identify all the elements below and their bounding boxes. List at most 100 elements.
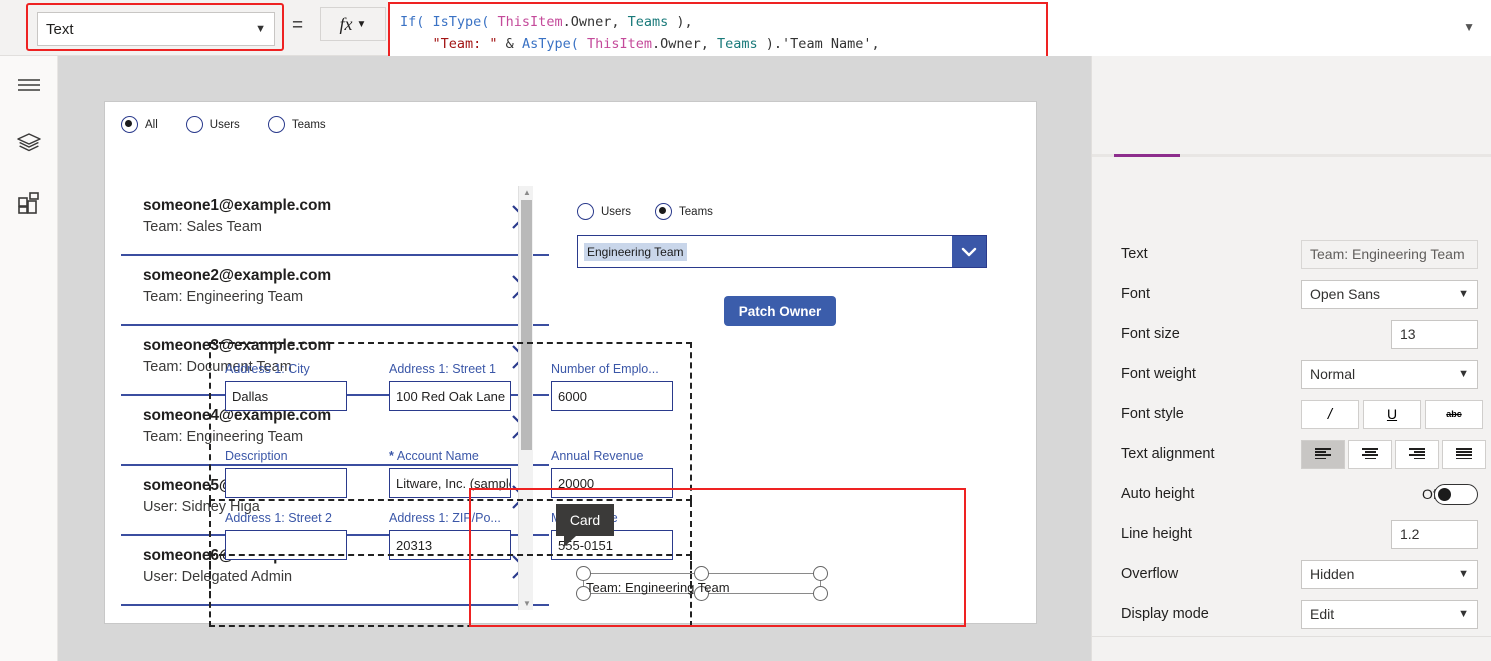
property-value-text: Team: Engineering Team	[1310, 246, 1465, 262]
owner-radio-teams[interactable]: Teams	[655, 203, 713, 220]
style-button-label: U	[1386, 406, 1398, 422]
property-auto-height-toggle[interactable]	[1434, 484, 1478, 505]
form-field[interactable]: Address 1: City Dallas	[225, 362, 347, 411]
properties-tabbar	[1092, 154, 1491, 157]
form-field-label: Description	[225, 449, 288, 463]
hamburger-menu-icon[interactable]	[14, 70, 44, 100]
formula-token: IsType(	[432, 14, 498, 30]
form-field[interactable]: Description	[225, 449, 347, 498]
formula-token: .Owner,	[652, 36, 718, 52]
filter-radio-teams[interactable]: Teams	[267, 116, 326, 133]
gallery-item[interactable]: someone2@example.com Team: Engineering Te…	[121, 256, 549, 326]
text-align-icon	[1315, 448, 1331, 460]
property-display-mode-value[interactable]: Edit ▼	[1301, 599, 1478, 629]
property-label: Display mode	[1121, 606, 1209, 622]
radio-button-icon	[577, 203, 594, 220]
resize-handle-ne[interactable]	[813, 566, 828, 581]
edit-form-container[interactable]: Address 1: City Dallas Address 1: Street 1…	[209, 342, 692, 501]
resize-handle-nw[interactable]	[576, 566, 591, 581]
formula-token: .Owner,	[562, 14, 628, 30]
property-label: Text alignment	[1121, 446, 1215, 462]
form-field-label: Address 1: City	[225, 362, 310, 376]
form-field-input[interactable]: Dallas	[225, 381, 347, 411]
property-row: Text alignment	[1092, 434, 1491, 474]
property-row: Text Team: Engineering Team	[1092, 234, 1491, 274]
gallery-item-subtitle: Team: Engineering Team	[143, 289, 304, 305]
form-field-grid: Address 1: City Dallas Address 1: Street 1…	[211, 344, 690, 499]
radio-button-icon	[121, 116, 138, 133]
required-marker: *	[389, 449, 394, 463]
owner-combobox[interactable]: Engineering Team	[577, 235, 987, 268]
toggle-knob	[1438, 488, 1451, 501]
strikethrough-button[interactable]: abc	[1425, 399, 1483, 429]
italic-button[interactable]: /	[1301, 399, 1359, 429]
chevron-down-icon: ▼	[1458, 288, 1469, 300]
resize-handle-se[interactable]	[813, 586, 828, 601]
form-field-label: Address 1: Street 1	[389, 362, 497, 376]
property-row: Font weight Normal ▼	[1092, 354, 1491, 394]
form-field-label: Annual Revenue	[551, 449, 644, 463]
property-line-height-input[interactable]: 1.2	[1391, 519, 1478, 549]
property-label: Font	[1121, 286, 1151, 302]
formula-line: "Team: " & AsType( ThisItem.Owner, Teams…	[400, 33, 888, 55]
radio-label: All	[145, 118, 158, 131]
property-value-text: Hidden	[1310, 566, 1355, 582]
align-center-button[interactable]	[1348, 439, 1392, 469]
property-font-size-input[interactable]: 13	[1391, 319, 1478, 349]
chevron-down-icon: ▼	[1458, 608, 1469, 620]
formula-token: "Team: "	[400, 36, 498, 52]
formula-token: AsType(	[521, 36, 587, 52]
filter-radio-users[interactable]: Users	[185, 116, 240, 133]
owner-radio-users[interactable]: Users	[577, 203, 631, 220]
property-row: Overflow Hidden ▼	[1092, 554, 1491, 594]
fx-button[interactable]: fx ▼	[320, 7, 386, 41]
resize-handle-n[interactable]	[694, 566, 709, 581]
align-left-button[interactable]	[1301, 439, 1345, 469]
align-right-button[interactable]	[1395, 439, 1439, 469]
chevron-down-icon: ▼	[1458, 568, 1469, 580]
property-font-weight-value[interactable]: Normal ▼	[1301, 359, 1478, 389]
property-label: Font weight	[1121, 366, 1196, 382]
formula-expand-chevron-icon[interactable]: ▼	[1463, 20, 1475, 34]
property-row: Font style / Uabc	[1092, 394, 1491, 434]
text-align-icon	[1362, 448, 1378, 460]
combobox-dropdown-icon[interactable]	[952, 236, 986, 267]
property-label: Auto height	[1121, 486, 1195, 502]
formula-token: ThisItem	[586, 36, 652, 52]
formula-token: Teams	[627, 14, 669, 30]
form-field[interactable]: Address 1: Street 2	[225, 511, 347, 560]
layers-icon[interactable]	[14, 128, 44, 158]
formula-token: &	[497, 36, 522, 52]
property-selector[interactable]: Text ▼	[37, 12, 275, 46]
formula-token: ),	[668, 14, 693, 30]
form-field-input[interactable]: 6000	[551, 381, 673, 411]
scroll-up-arrow-icon[interactable]: ▲	[523, 188, 531, 197]
gallery-item-title: someone1@example.com	[143, 197, 331, 214]
underline-button[interactable]: U	[1363, 399, 1421, 429]
card-tooltip: Card	[556, 504, 614, 547]
radio-label: Teams	[679, 205, 713, 218]
form-field-input[interactable]	[225, 468, 347, 498]
form-field[interactable]: Number of Emplo... 6000	[551, 362, 673, 411]
filter-radio-group: All Users Teams	[121, 116, 326, 133]
form-field-label: Number of Emplo...	[551, 362, 659, 376]
property-selector-highlight: Text ▼	[26, 3, 284, 51]
property-label: Overflow	[1121, 566, 1179, 582]
align-justify-button[interactable]	[1442, 439, 1486, 469]
form-field-label: Address 1: Street 2	[225, 511, 333, 525]
form-field[interactable]: Address 1: Street 1 100 Red Oak Lane	[389, 362, 511, 411]
style-button-label: /	[1327, 405, 1333, 423]
property-label: Text	[1121, 246, 1148, 262]
properties-active-tab-indicator	[1114, 154, 1180, 157]
patch-owner-button[interactable]: Patch Owner	[724, 296, 836, 326]
filter-radio-all[interactable]: All	[121, 116, 158, 133]
property-font-value[interactable]: Open Sans ▼	[1301, 279, 1478, 309]
property-row: Font size 13	[1092, 314, 1491, 354]
property-overflow-value[interactable]: Hidden ▼	[1301, 559, 1478, 589]
gallery-item[interactable]: someone1@example.com Team: Sales Team	[121, 186, 549, 256]
form-field-input[interactable]: 100 Red Oak Lane	[389, 381, 511, 411]
formula-line: If( IsType( ThisItem.Owner, Teams ),	[400, 11, 888, 33]
property-text-value[interactable]: Team: Engineering Team	[1301, 239, 1478, 269]
radio-label: Users	[209, 118, 240, 131]
insert-components-icon[interactable]	[14, 188, 44, 218]
